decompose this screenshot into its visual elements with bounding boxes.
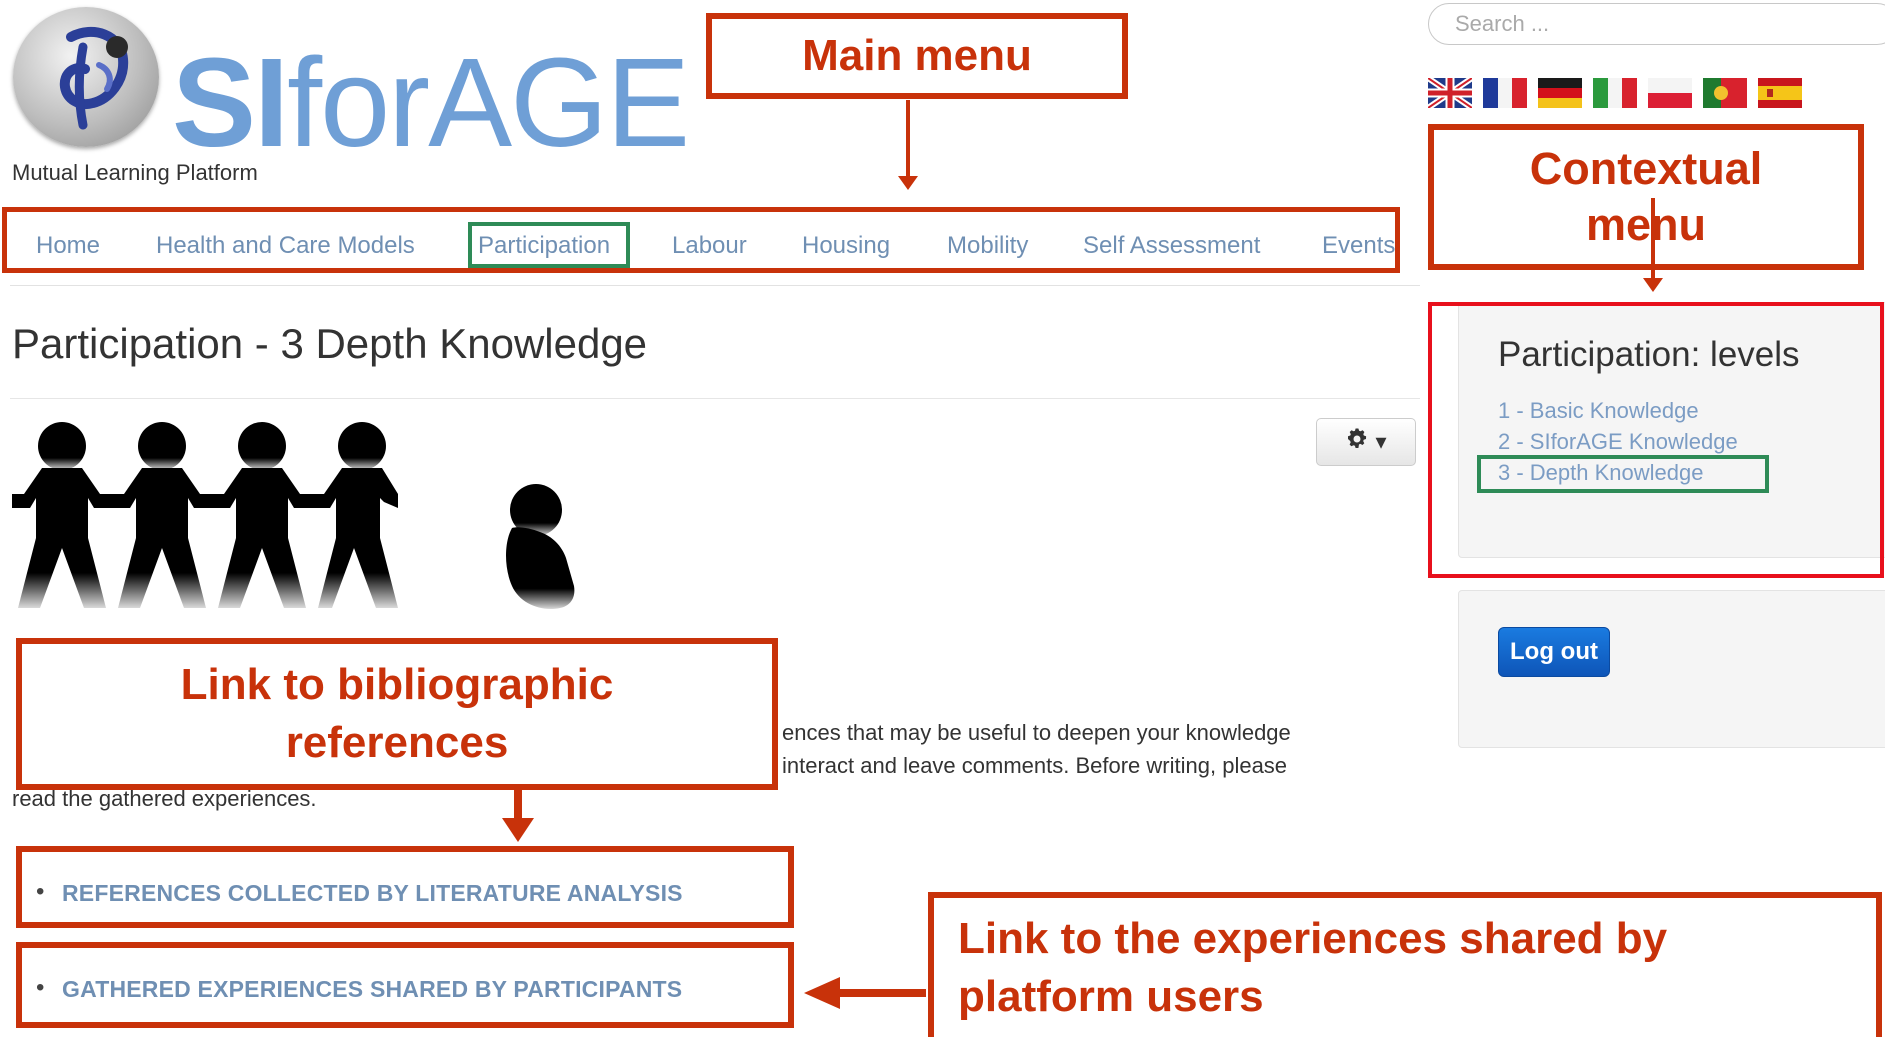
title-divider xyxy=(10,398,1420,399)
main-menu-highlight xyxy=(2,207,1400,273)
logo-wordmark[interactable]: SIforAGE xyxy=(172,40,690,166)
body-text-line-1: ences that may be useful to deepen your … xyxy=(782,720,1291,745)
logo-prefix: SI xyxy=(172,32,289,173)
english-flag-icon[interactable] xyxy=(1428,78,1472,108)
contextual-menu-arrow-head xyxy=(1643,278,1663,292)
gear-icon xyxy=(1345,427,1369,457)
chevron-down-icon: ▾ xyxy=(1375,429,1387,454)
biblio-callout: Link to bibliographic references xyxy=(16,638,778,790)
biblio-arrow-head xyxy=(502,818,534,842)
polish-flag-icon[interactable] xyxy=(1648,78,1692,108)
portuguese-flag-icon[interactable] xyxy=(1703,78,1747,108)
body-text-line-2: interact and leave comments. Before writ… xyxy=(782,753,1288,778)
experiences-arrow-line xyxy=(836,989,926,997)
search-input[interactable] xyxy=(1428,3,1885,45)
main-menu-arrow-line xyxy=(906,100,910,180)
main-menu-arrow-head xyxy=(898,176,918,190)
german-flag-icon[interactable] xyxy=(1538,78,1582,108)
experiences-arrow-head xyxy=(804,977,840,1009)
depth-knowledge-highlight xyxy=(1477,455,1769,493)
experiences-callout: Link to the experiences shared by platfo… xyxy=(928,892,1882,1037)
tagline: Mutual Learning Platform xyxy=(12,160,258,185)
logo-icon[interactable] xyxy=(13,7,159,147)
contextual-menu-highlight xyxy=(1428,302,1884,578)
main-menu-callout: Main menu xyxy=(706,13,1128,99)
article-options-button[interactable]: ▾ xyxy=(1316,418,1416,466)
participation-highlight xyxy=(468,222,630,268)
logo-suffix: forAGE xyxy=(287,32,690,173)
logout-button[interactable]: Log out xyxy=(1498,627,1610,677)
experiences-link-highlight xyxy=(16,942,794,1028)
italian-flag-icon[interactable] xyxy=(1593,78,1637,108)
spanish-flag-icon[interactable] xyxy=(1758,78,1802,108)
nav-divider xyxy=(10,285,1420,286)
contextual-menu-arrow-line xyxy=(1651,198,1655,280)
biblio-arrow-line xyxy=(514,790,522,820)
participation-illustration xyxy=(12,422,575,610)
references-link-highlight xyxy=(16,846,794,928)
french-flag-icon[interactable] xyxy=(1483,78,1527,108)
contextual-menu-callout: Contextual menu xyxy=(1428,124,1864,270)
page-title: Participation - 3 Depth Knowledge xyxy=(12,320,648,367)
